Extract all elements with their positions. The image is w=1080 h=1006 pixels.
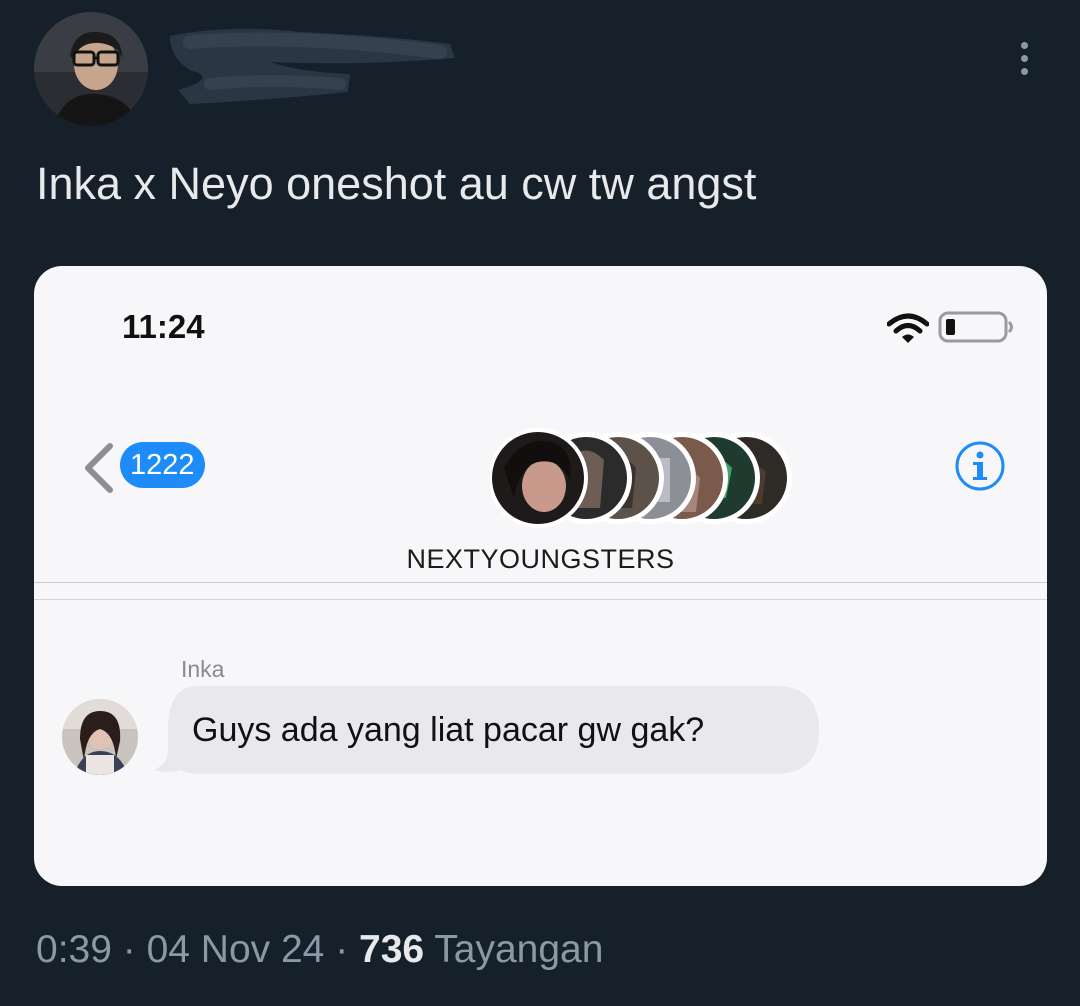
author-avatar[interactable] bbox=[34, 12, 148, 126]
group-avatars-image bbox=[490, 428, 792, 528]
back-chevron-icon[interactable] bbox=[80, 442, 116, 494]
back-unread-badge[interactable]: 1222 bbox=[120, 442, 205, 488]
views-label: Tayangan bbox=[424, 928, 604, 971]
tweet-text: Inka x Neyo oneshot au cw tw angst bbox=[36, 158, 757, 209]
battery-icon bbox=[938, 311, 1013, 343]
author-avatar-image bbox=[34, 12, 148, 126]
tweet-media-image[interactable]: 11:24 1222 NEXTYOUNGSTERS Inka Guys ada … bbox=[34, 266, 1047, 886]
wifi-icon bbox=[887, 313, 929, 343]
separator: · bbox=[324, 928, 360, 971]
divider bbox=[34, 582, 1047, 583]
redacted-username bbox=[150, 14, 470, 114]
divider bbox=[34, 599, 1047, 600]
more-options-button[interactable] bbox=[1004, 36, 1044, 80]
more-horizontal-icon bbox=[1020, 41, 1028, 49]
tweet-metadata: 0:39 · 04 Nov 24 · 736 Tayangan bbox=[36, 922, 603, 978]
tweet-date[interactable]: 04 Nov 24 bbox=[147, 928, 325, 971]
group-name: NEXTYOUNGSTERS bbox=[406, 544, 675, 574]
sender-avatar bbox=[62, 699, 138, 775]
status-bar-time: 11:24 bbox=[122, 308, 205, 345]
group-avatar-stack[interactable] bbox=[490, 428, 800, 532]
info-icon[interactable] bbox=[954, 440, 1006, 492]
tweet-time[interactable]: 0:39 bbox=[36, 928, 112, 971]
sender-avatar-image bbox=[62, 699, 138, 775]
message-text: Guys ada yang liat pacar gw gak? bbox=[192, 711, 705, 749]
separator: · bbox=[111, 928, 147, 971]
redaction-scribble bbox=[170, 28, 455, 104]
views-count: 736 bbox=[359, 928, 425, 971]
sender-name: Inka bbox=[181, 656, 225, 682]
tweet-header bbox=[0, 0, 1080, 140]
message-bubble[interactable]: Guys ada yang liat pacar gw gak? bbox=[154, 686, 819, 774]
